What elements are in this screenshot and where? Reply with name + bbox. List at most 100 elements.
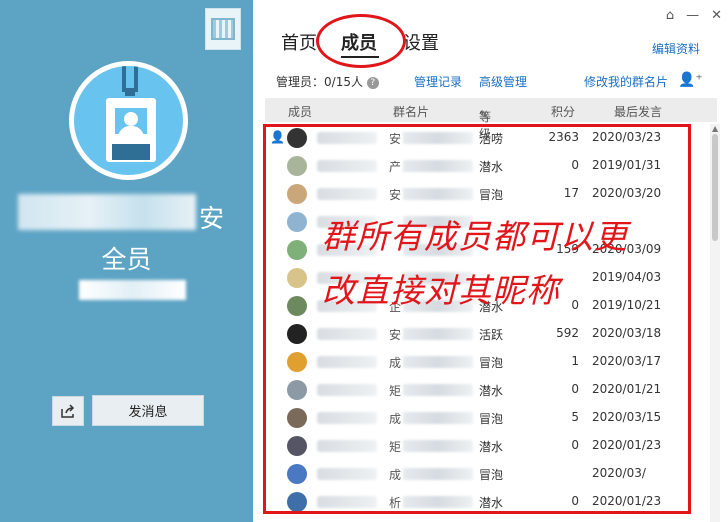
member-points: 0: [571, 382, 579, 396]
share-button[interactable]: [52, 396, 84, 426]
col-card[interactable]: 群名片: [393, 103, 429, 120]
member-card: 成: [389, 468, 402, 482]
member-level: 潜水: [479, 440, 504, 454]
member-level: 潜水: [479, 496, 504, 510]
table-row[interactable]: 安 冒泡 17 2020/03/20: [265, 180, 710, 208]
member-card: 产: [389, 160, 402, 174]
admin-count: 管理员：0/15人 ?: [276, 73, 379, 90]
member-points: 0: [571, 438, 579, 452]
member-card: 安: [389, 328, 402, 342]
member-points: 5: [571, 410, 579, 424]
col-member[interactable]: 成员: [288, 103, 312, 120]
members-toolbar: 管理员：0/15人 ? 管理记录 高级管理 修改我的群名片 👤⁺: [253, 72, 728, 91]
member-card: 析: [389, 496, 402, 510]
member-card-redacted: [403, 328, 473, 340]
member-nickname-redacted: [317, 188, 377, 200]
avatar[interactable]: [287, 184, 307, 204]
member-nickname-redacted: [317, 356, 377, 368]
table-row[interactable]: 析 潜水 0 2020/01/23: [265, 488, 710, 516]
avatar[interactable]: [287, 128, 307, 148]
avatar[interactable]: [287, 436, 307, 456]
table-header: 成员 群名片 等级 ✎ 积分 最后发言: [265, 98, 717, 141]
member-card-redacted: [403, 160, 473, 172]
add-member-icon[interactable]: 👤⁺: [678, 72, 703, 88]
member-card: 安: [389, 188, 402, 202]
avatar[interactable]: [287, 352, 307, 372]
member-card: 成: [389, 412, 402, 426]
member-last-speak: 2020/01/21: [592, 382, 662, 396]
edit-profile-link[interactable]: 编辑资料: [652, 40, 700, 57]
avatar[interactable]: [287, 156, 307, 176]
member-level: 潜水: [479, 160, 504, 174]
member-last-speak: 2020/03/15: [592, 410, 662, 424]
member-card: 矩: [389, 440, 402, 454]
avatar[interactable]: [287, 408, 307, 428]
member-last-speak: 2019/01/31: [592, 158, 662, 172]
avatar[interactable]: [287, 296, 307, 316]
close-icon[interactable]: ✕: [711, 8, 722, 23]
member-points: 17: [563, 186, 579, 200]
member-card: 成: [389, 356, 402, 370]
highlight-ellipse: [316, 14, 406, 68]
member-last-speak: 2020/03/18: [592, 326, 662, 340]
avatar[interactable]: [287, 492, 307, 512]
table-row[interactable]: 安 活跃 592 2020/03/18: [265, 320, 710, 348]
member-last-speak: 2020/01/23: [592, 438, 662, 452]
member-level: 潜水: [479, 384, 504, 398]
avatar[interactable]: [287, 324, 307, 344]
annotation-text: 群所有成员都可以更 改直接对其昵称: [322, 217, 628, 310]
scroll-up-icon[interactable]: ▲: [712, 124, 718, 133]
member-nickname-redacted: [317, 384, 377, 396]
member-points: 0: [571, 494, 579, 508]
table-row[interactable]: 👤 安 活唠 2363 2020/03/23: [265, 124, 710, 152]
member-level: 冒泡: [479, 412, 504, 426]
avatar[interactable]: [287, 464, 307, 484]
table-row[interactable]: 矩 潜水 0 2020/01/21: [265, 376, 710, 404]
member-card-redacted: [403, 356, 473, 368]
group-avatar: [69, 61, 188, 180]
member-list: 👤 安活唠 2363 2020/03/23 产潜水 0 2019/01/31 安冒泡 17 202…: [265, 124, 710, 516]
pencil-icon[interactable]: ✎: [479, 108, 489, 122]
member-nickname-redacted: [317, 468, 377, 480]
tab-settings[interactable]: 设置: [403, 29, 439, 55]
help-icon[interactable]: ?: [366, 77, 379, 89]
group-id-redacted: [79, 280, 186, 300]
member-level: 冒泡: [479, 356, 504, 370]
scrollbar-thumb[interactable]: [712, 134, 718, 241]
avatar[interactable]: [287, 212, 307, 232]
avatar[interactable]: [287, 240, 307, 260]
table-row[interactable]: 成 冒泡 5 2020/03/15: [265, 404, 710, 432]
table-row[interactable]: 矩 潜水 0 2020/01/23: [265, 432, 710, 460]
col-points[interactable]: 积分: [551, 103, 575, 120]
col-last-speak[interactable]: 最后发言: [614, 103, 662, 120]
member-last-speak: 2020/03/20: [592, 186, 662, 200]
member-card-redacted: [403, 384, 473, 396]
manage-log-link[interactable]: 管理记录: [414, 73, 462, 90]
table-row[interactable]: 产 潜水 0 2019/01/31: [265, 152, 710, 180]
member-nickname-redacted: [317, 132, 377, 144]
member-last-speak: 2020/03/17: [592, 354, 662, 368]
member-points: 2363: [548, 130, 579, 144]
member-card-redacted: [403, 412, 473, 424]
member-points: 1: [571, 354, 579, 368]
member-points: 592: [556, 326, 579, 340]
window-controls: ⌂ — ✕: [666, 8, 722, 23]
advanced-manage-link[interactable]: 高级管理: [479, 73, 527, 90]
avatar[interactable]: [287, 268, 307, 288]
avatar[interactable]: [287, 380, 307, 400]
send-message-button[interactable]: 发消息: [92, 395, 204, 426]
home-icon[interactable]: ⌂: [666, 8, 674, 23]
group-name-redacted: [18, 194, 196, 230]
member-nickname-redacted: [317, 496, 377, 508]
member-last-speak: 2020/01/23: [592, 494, 662, 508]
member-level: 活唠: [479, 132, 504, 146]
table-row[interactable]: 成 冒泡 2020/03/: [265, 460, 710, 488]
tab-home[interactable]: 首页: [281, 29, 317, 55]
member-points: 0: [571, 158, 579, 172]
owner-icon: 👤: [270, 130, 285, 144]
edit-group-card-link[interactable]: 修改我的群名片: [584, 73, 668, 90]
table-row[interactable]: 成 冒泡 1 2020/03/17: [265, 348, 710, 376]
minimize-icon[interactable]: —: [686, 8, 699, 23]
qr-code-icon[interactable]: [205, 8, 241, 50]
member-nickname-redacted: [317, 440, 377, 452]
